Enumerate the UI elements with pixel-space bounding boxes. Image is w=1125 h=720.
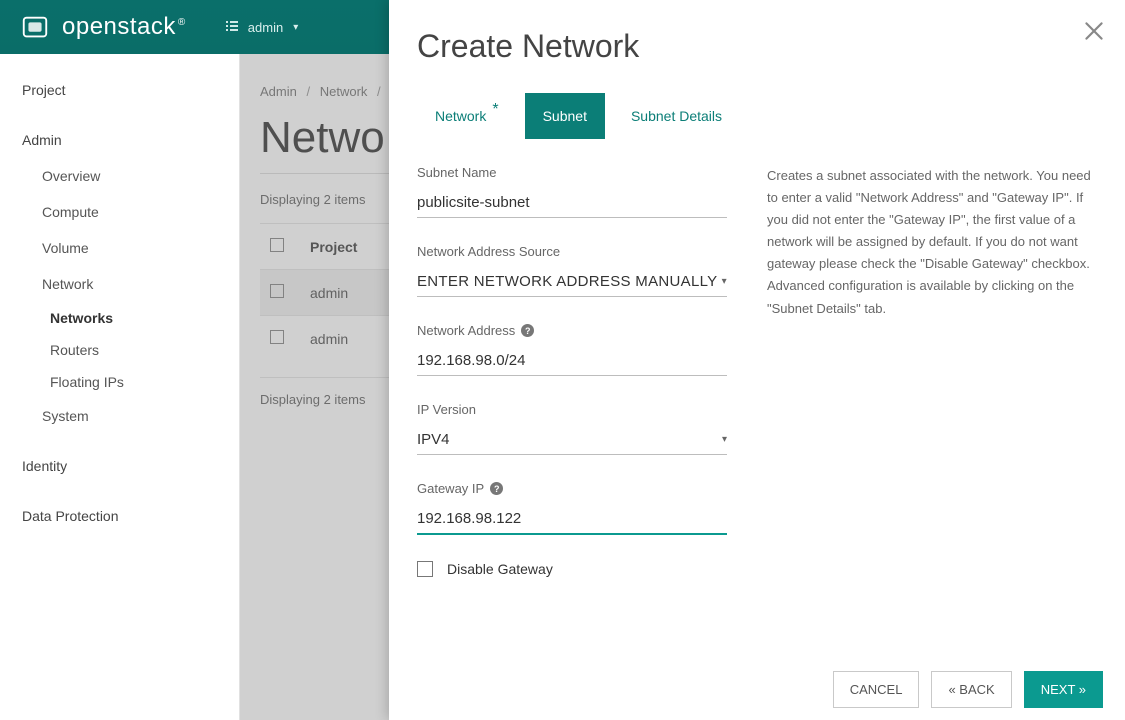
project-switcher[interactable]: admin ▾ <box>226 20 298 35</box>
brand-name: openstack® <box>62 13 186 41</box>
tab-subnet-details[interactable]: Subnet Details <box>613 93 740 139</box>
create-network-modal: Create Network Network * Subnet Subnet D… <box>389 0 1125 720</box>
chevron-down-icon: ▾ <box>722 434 727 445</box>
label-subnet-name: Subnet Name <box>417 165 727 180</box>
project-switcher-label: admin <box>248 20 283 35</box>
address-source-value: ENTER NETWORK ADDRESS MANUALLY <box>417 273 717 290</box>
label-address-source: Network Address Source <box>417 244 727 259</box>
ip-version-select[interactable]: IPV4 ▾ <box>417 425 727 455</box>
sidebar-item-identity[interactable]: Identity <box>0 448 239 484</box>
disable-gateway-checkbox[interactable] <box>417 561 433 577</box>
label-ip-version: IP Version <box>417 402 727 417</box>
help-icon[interactable]: ? <box>490 482 503 495</box>
label-gateway-ip: Gateway IP ? <box>417 481 727 496</box>
modal-help-text: Creates a subnet associated with the net… <box>767 165 1097 577</box>
back-button[interactable]: « BACK <box>931 671 1011 708</box>
sidebar-item-routers[interactable]: Routers <box>0 334 239 366</box>
list-icon <box>226 20 238 35</box>
next-button[interactable]: NEXT » <box>1024 671 1103 708</box>
chevron-down-icon: ▾ <box>722 276 727 287</box>
tab-network-label: Network <box>435 108 486 124</box>
ip-version-value: IPV4 <box>417 431 450 448</box>
tab-subnet-details-label: Subnet Details <box>631 108 722 124</box>
modal-title: Create Network <box>417 28 1097 65</box>
sidebar-item-admin[interactable]: Admin <box>0 122 239 158</box>
tab-subnet[interactable]: Subnet <box>525 93 605 139</box>
wizard-tabs: Network * Subnet Subnet Details <box>417 93 1097 139</box>
close-button[interactable] <box>1081 18 1107 47</box>
modal-footer: CANCEL « BACK NEXT » <box>389 658 1125 720</box>
sidebar-item-network[interactable]: Network <box>0 266 239 302</box>
brand[interactable]: openstack® <box>20 12 186 42</box>
label-network-address: Network Address ? <box>417 323 727 338</box>
network-address-input[interactable] <box>417 346 727 376</box>
sidebar-item-compute[interactable]: Compute <box>0 194 239 230</box>
tab-network[interactable]: Network * <box>417 93 517 139</box>
tab-subnet-label: Subnet <box>543 108 587 124</box>
gateway-ip-input[interactable] <box>417 504 727 535</box>
sidebar-item-floating-ips[interactable]: Floating IPs <box>0 366 239 398</box>
sidebar-item-networks[interactable]: Networks <box>0 302 239 334</box>
sidebar-item-system[interactable]: System <box>0 398 239 434</box>
subnet-name-input[interactable] <box>417 188 727 218</box>
sidebar: Project Admin Overview Compute Volume Ne… <box>0 54 240 720</box>
openstack-logo-icon <box>20 12 50 42</box>
sidebar-item-volume[interactable]: Volume <box>0 230 239 266</box>
sidebar-item-overview[interactable]: Overview <box>0 158 239 194</box>
sidebar-item-project[interactable]: Project <box>0 72 239 108</box>
cancel-button[interactable]: CANCEL <box>833 671 920 708</box>
help-icon[interactable]: ? <box>521 324 534 337</box>
asterisk-icon: * <box>492 101 498 119</box>
address-source-select[interactable]: ENTER NETWORK ADDRESS MANUALLY ▾ <box>417 267 727 297</box>
sidebar-item-data-protection[interactable]: Data Protection <box>0 498 239 534</box>
disable-gateway-label: Disable Gateway <box>447 561 553 577</box>
chevron-down-icon: ▾ <box>293 22 298 33</box>
